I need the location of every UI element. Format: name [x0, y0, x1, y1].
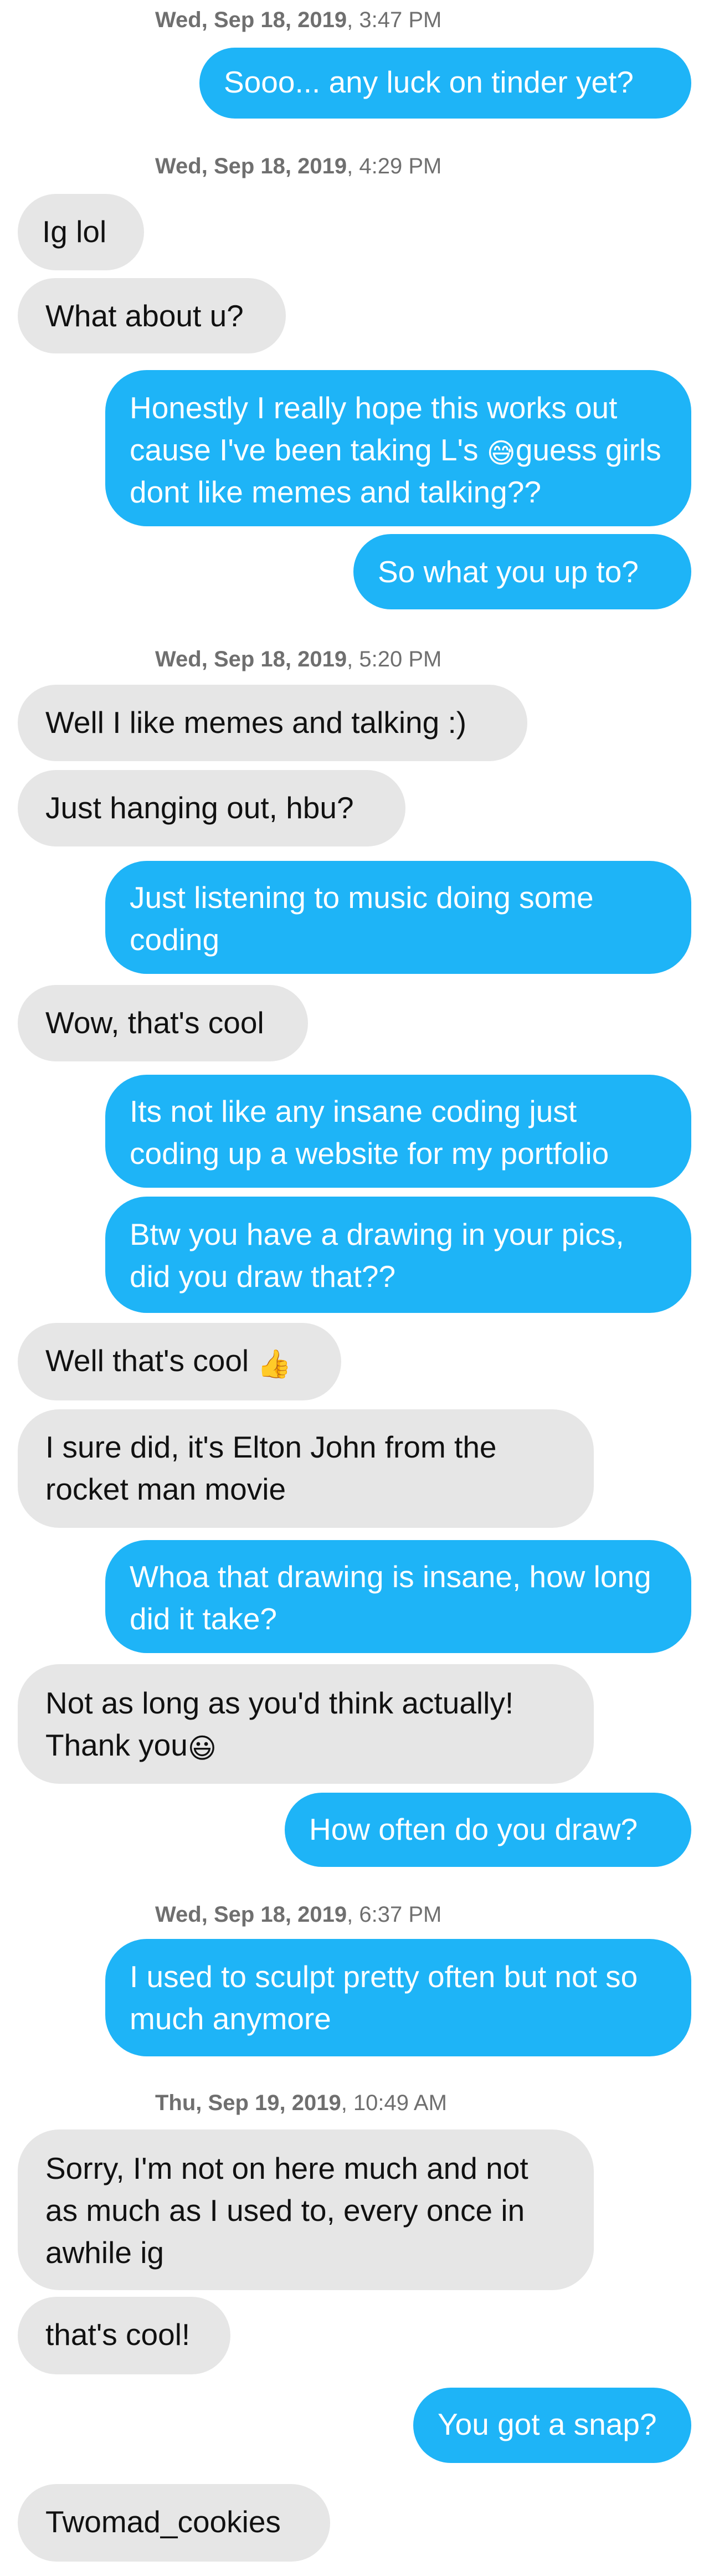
message-text: that's cool! [45, 2317, 191, 2352]
incoming-message[interactable]: I sure did, it's Elton John from the roc… [18, 1409, 594, 1528]
message-text: Just hanging out, hbu? [45, 791, 354, 825]
message-text-before: Not as long as you'd think actually! Tha… [45, 1686, 514, 1762]
message-text: Twomad_cookies [45, 2505, 281, 2539]
outgoing-message[interactable]: So what you up to? [353, 534, 691, 609]
timestamp-time: , 4:29 PM [347, 154, 442, 178]
timestamp-time: , 3:47 PM [347, 8, 442, 32]
incoming-message[interactable]: Wow, that's cool [18, 985, 308, 1061]
message-text: Sorry, I'm not on here much and not as m… [45, 2151, 528, 2270]
timestamp-time: , 6:37 PM [347, 1902, 442, 1927]
timestamp-time: , 5:20 PM [347, 647, 442, 671]
message-text: Its not like any insane coding just codi… [130, 1094, 609, 1171]
incoming-message[interactable]: Ig lol [18, 194, 144, 270]
timestamp-date: Thu, Sep 19, 2019 [155, 2091, 341, 2115]
outgoing-message[interactable]: Whoa that drawing is insane, how long di… [105, 1540, 691, 1653]
message-text: What about u? [45, 299, 244, 333]
incoming-message[interactable]: Twomad_cookies [18, 2484, 330, 2562]
incoming-message[interactable]: Not as long as you'd think actually! Tha… [18, 1664, 594, 1784]
timestamp-date: Wed, Sep 18, 2019 [155, 647, 347, 671]
smiley-emoji: 😃 [187, 1732, 217, 1764]
incoming-message[interactable]: Sorry, I'm not on here much and not as m… [18, 2129, 594, 2290]
message-text: I sure did, it's Elton John from the roc… [45, 1430, 497, 1506]
message-text: Whoa that drawing is insane, how long di… [130, 1559, 651, 1636]
message-text-before: Well that's cool [45, 1343, 258, 1378]
incoming-message[interactable]: Well that's cool 👍 [18, 1323, 341, 1400]
outgoing-message[interactable]: Sooo... any luck on tinder yet? [199, 48, 691, 119]
outgoing-message[interactable]: Btw you have a drawing in your pics, did… [105, 1197, 691, 1313]
timestamp-date: Wed, Sep 18, 2019 [155, 1902, 347, 1927]
message-text: How often do you draw? [309, 1812, 638, 1846]
message-text: I used to sculpt pretty often but not so… [130, 1959, 638, 2036]
incoming-message[interactable]: What about u? [18, 278, 286, 353]
message-text: Btw you have a drawing in your pics, did… [130, 1217, 624, 1294]
incoming-message[interactable]: Just hanging out, hbu? [18, 770, 405, 846]
message-text: Just listening to music doing some codin… [130, 880, 594, 957]
thumbs-up-emoji: 👍 [257, 1348, 292, 1380]
timestamp-date: Wed, Sep 18, 2019 [155, 8, 347, 32]
outgoing-message[interactable]: How often do you draw? [285, 1793, 691, 1867]
message-text: Ig lol [42, 214, 107, 249]
message-text: So what you up to? [378, 555, 639, 589]
outgoing-message[interactable]: I used to sculpt pretty often but not so… [105, 1939, 691, 2056]
chat-thread: Wed, Sep 18, 2019, 3:47 PM Sooo... any l… [0, 0, 709, 2576]
message-text: Well I like memes and talking :) [45, 705, 467, 740]
outgoing-message[interactable]: You got a snap? [413, 2388, 691, 2463]
message-text: Sooo... any luck on tinder yet? [224, 65, 634, 99]
incoming-message[interactable]: that's cool! [18, 2297, 230, 2374]
grinning-sweat-emoji: 😅 [486, 437, 516, 469]
message-text: Wow, that's cool [45, 1005, 264, 1040]
timestamp-time: , 10:49 AM [341, 2091, 447, 2115]
outgoing-message[interactable]: Its not like any insane coding just codi… [105, 1075, 691, 1188]
outgoing-message[interactable]: Honestly I really hope this works out ca… [105, 370, 691, 526]
timestamp-date: Wed, Sep 18, 2019 [155, 154, 347, 178]
incoming-message[interactable]: Well I like memes and talking :) [18, 685, 527, 761]
outgoing-message[interactable]: Just listening to music doing some codin… [105, 861, 691, 974]
message-text: You got a snap? [438, 2407, 657, 2441]
